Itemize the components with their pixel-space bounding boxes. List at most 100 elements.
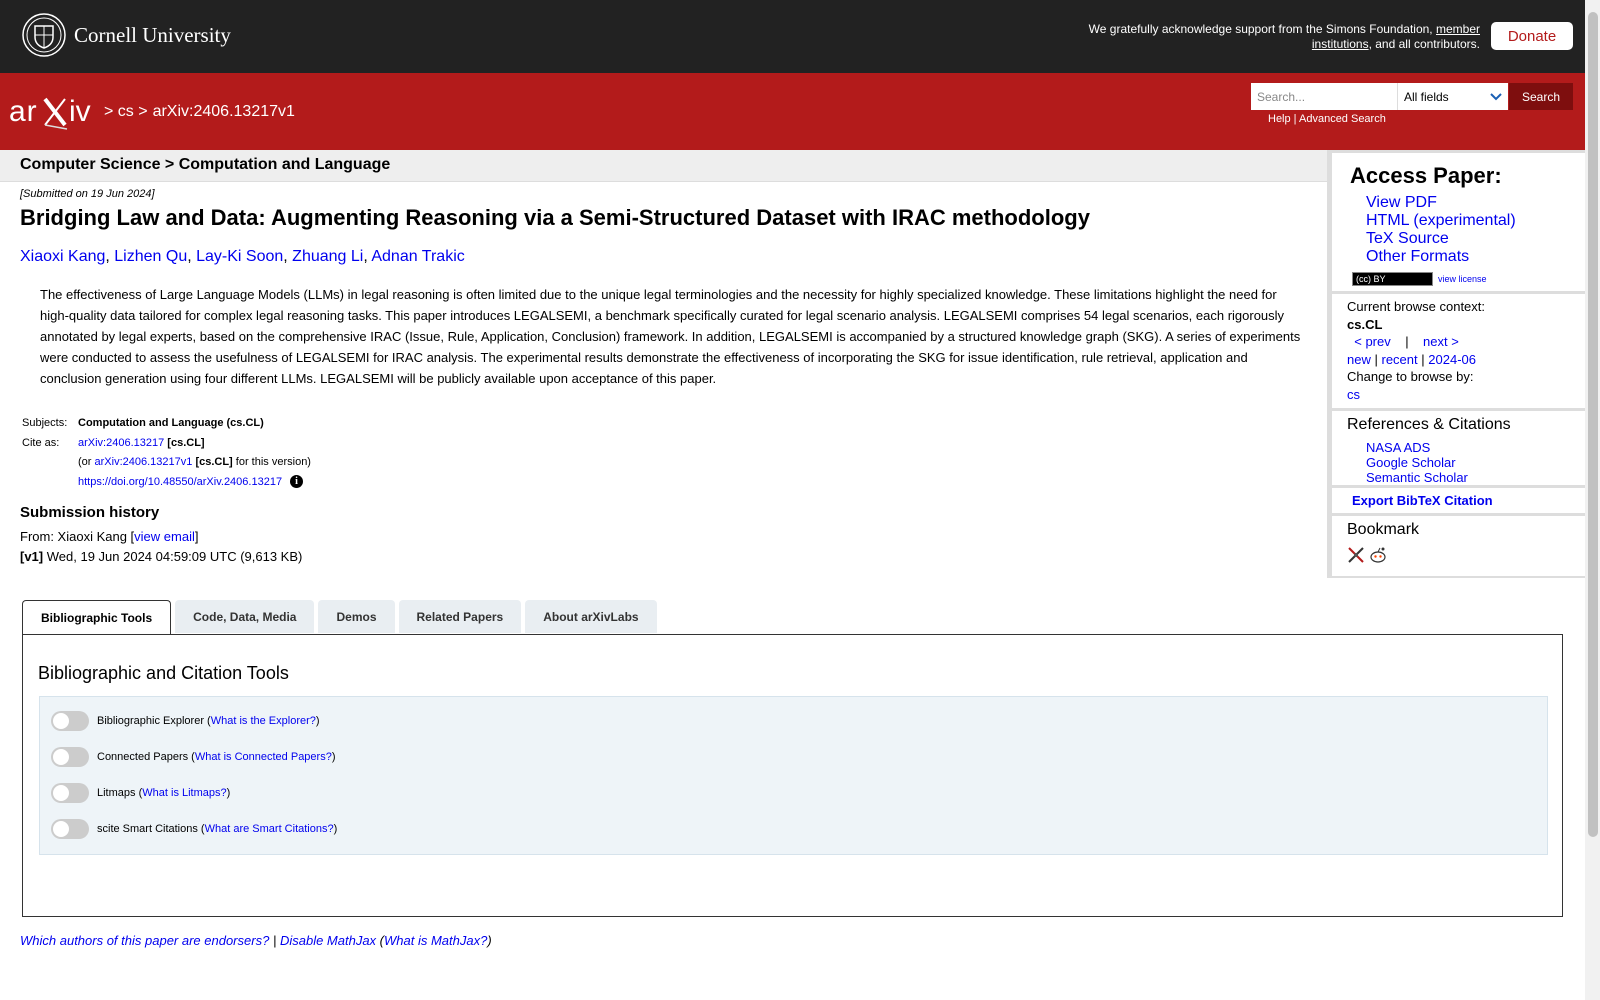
toggle-switch[interactable] xyxy=(51,783,89,803)
view-email-link[interactable]: view email xyxy=(134,529,195,544)
tool-help-link[interactable]: What are Smart Citations? xyxy=(205,823,334,835)
view-license-link[interactable]: view license xyxy=(1438,274,1487,284)
bookmark-box: Bookmark xyxy=(1332,516,1585,576)
search-field-select[interactable]: All fields xyxy=(1397,83,1508,110)
footer-links: Which authors of this paper are endorser… xyxy=(20,933,492,948)
support-text: We gratefully acknowledge support from t… xyxy=(1088,22,1480,51)
author-link[interactable]: Zhuang Li xyxy=(292,248,363,265)
tools-title: Bibliographic and Citation Tools xyxy=(38,663,289,683)
toggle-switch[interactable] xyxy=(51,711,89,731)
submission-history-title: Submission history xyxy=(20,504,160,521)
change-browse-label: Change to browse by: xyxy=(1347,369,1474,384)
paper-title: Bridging Law and Data: Augmenting Reason… xyxy=(20,205,1090,230)
next-link[interactable]: next > xyxy=(1423,334,1459,349)
view-pdf-link[interactable]: View PDF xyxy=(1366,194,1437,211)
tab-code-data-media[interactable]: Code, Data, Media xyxy=(175,600,315,633)
new-link[interactable]: new xyxy=(1347,352,1371,367)
version-id-link[interactable]: arXiv:2406.13217v1 xyxy=(95,456,193,468)
tab-about-arxivlabs[interactable]: About arXivLabs xyxy=(525,600,657,633)
arxiv-header: ar iv > cs > arXiv:2406.13217v1 Search...… xyxy=(0,73,1585,150)
tex-source-link[interactable]: TeX Source xyxy=(1366,230,1449,247)
bookmark-title: Bookmark xyxy=(1347,521,1420,538)
svg-text:ar: ar xyxy=(9,95,38,128)
browse-context-value: cs.CL xyxy=(1347,316,1383,332)
search-input[interactable]: Search... xyxy=(1251,83,1397,110)
scrollbar-thumb[interactable] xyxy=(1588,12,1598,837)
tab-related-papers[interactable]: Related Papers xyxy=(398,600,522,633)
abstract: The effectiveness of Large Language Mode… xyxy=(40,287,1301,386)
access-paper-box: Access Paper: View PDF HTML (experimenta… xyxy=(1332,153,1585,291)
reddit-icon[interactable] xyxy=(1369,546,1387,564)
toggle-switch[interactable] xyxy=(51,747,89,767)
vertical-scrollbar[interactable] xyxy=(1585,0,1600,1000)
references-box: References & Citations NASA ADS Google S… xyxy=(1332,411,1585,485)
subjects-value: Computation and Language (cs.CL) xyxy=(78,417,264,429)
submission-from: From: Xiaoxi Kang [view email] xyxy=(20,529,199,544)
doi-link[interactable]: https://doi.org/10.48550/arXiv.2406.1321… xyxy=(78,476,282,488)
bibsonomy-icon[interactable] xyxy=(1347,546,1365,564)
cite-label: Cite as: xyxy=(22,436,60,449)
other-formats-link[interactable]: Other Formats xyxy=(1366,248,1469,265)
author-link[interactable]: Lay-Ki Soon xyxy=(196,248,283,265)
author-link[interactable]: Lizhen Qu xyxy=(114,248,187,265)
subjects-label: Subjects: xyxy=(22,417,68,429)
metadata-table: Subjects: Computation and Language (cs.C… xyxy=(22,414,311,492)
tab-panel: Bibliographic and Citation Tools Bibliog… xyxy=(22,634,1563,917)
arxiv-logo[interactable]: ar iv xyxy=(9,91,101,134)
help-link[interactable]: Help xyxy=(1268,113,1291,125)
toggle-switch[interactable] xyxy=(51,819,89,839)
tools-box: Bibliographic Explorer (What is the Expl… xyxy=(39,696,1548,855)
breadcrumb-cs[interactable]: > cs > xyxy=(104,103,148,120)
references-title: References & Citations xyxy=(1347,416,1511,433)
google-scholar-link[interactable]: Google Scholar xyxy=(1366,455,1456,470)
semantic-scholar-link[interactable]: Semantic Scholar xyxy=(1366,470,1468,485)
disable-mathjax-link[interactable]: Disable MathJax xyxy=(280,933,376,948)
month-link[interactable]: 2024-06 xyxy=(1428,352,1476,367)
access-paper-title: Access Paper: xyxy=(1350,163,1502,188)
donate-button[interactable]: Donate xyxy=(1491,22,1573,50)
top-header: Cornell University We gratefully acknowl… xyxy=(0,0,1585,73)
search-button[interactable]: Search xyxy=(1509,83,1573,110)
tool-help-link[interactable]: What is Litmaps? xyxy=(142,787,226,799)
html-link[interactable]: HTML (experimental) xyxy=(1366,212,1516,229)
browse-context-box: Current browse context: cs.CL < prev | n… xyxy=(1332,294,1585,408)
browse-context-label: Current browse context: xyxy=(1347,299,1486,314)
tool-row: scite Smart Citations (What are Smart Ci… xyxy=(51,819,337,839)
breadcrumb: > cs > arXiv:2406.13217v1 xyxy=(104,103,300,121)
export-bibtex-link[interactable]: Export BibTeX Citation xyxy=(1352,493,1493,508)
cc-by-badge[interactable]: (cc) BY xyxy=(1352,272,1433,286)
submitted-date: [Submitted on 19 Jun 2024] xyxy=(20,188,155,200)
author-list: Xiaoxi Kang, Lizhen Qu, Lay-Ki Soon, Zhu… xyxy=(20,248,465,265)
tab-demos[interactable]: Demos xyxy=(318,600,395,633)
tab-bibliographic-tools[interactable]: Bibliographic Tools xyxy=(22,600,172,635)
cornell-seal-icon xyxy=(22,13,66,57)
tool-help-link[interactable]: What is Connected Papers? xyxy=(195,751,332,763)
tool-help-link[interactable]: What is the Explorer? xyxy=(211,715,316,727)
recent-link[interactable]: recent xyxy=(1382,352,1418,367)
sidebar: Access Paper: View PDF HTML (experimenta… xyxy=(1327,150,1585,578)
license: (cc) BY view license xyxy=(1352,272,1487,286)
subject-header: Computer Science > Computation and Langu… xyxy=(0,150,1327,182)
cite-id-link[interactable]: arXiv:2406.13217 xyxy=(78,437,164,449)
svg-text:iv: iv xyxy=(69,95,91,128)
cs-link[interactable]: cs xyxy=(1347,387,1360,402)
version-entry: [v1] Wed, 19 Jun 2024 04:59:09 UTC (9,61… xyxy=(20,549,303,564)
export-box: Export BibTeX Citation xyxy=(1332,488,1585,513)
cornell-logo[interactable]: Cornell University xyxy=(22,13,231,57)
arxiv-logo-icon: ar iv xyxy=(9,95,91,130)
author-link[interactable]: Adnan Trakic xyxy=(371,248,464,265)
labs-tabs: Bibliographic Tools Code, Data, Media De… xyxy=(22,600,661,635)
help-links: Help | Advanced Search xyxy=(1268,113,1386,125)
nasa-ads-link[interactable]: NASA ADS xyxy=(1366,440,1430,455)
what-is-mathjax-link[interactable]: What is MathJax? xyxy=(384,933,487,948)
advanced-search-link[interactable]: Advanced Search xyxy=(1299,113,1386,125)
info-icon[interactable]: i xyxy=(290,475,304,489)
institution-name: Cornell University xyxy=(74,22,231,47)
endorsers-link[interactable]: Which authors of this paper are endorser… xyxy=(20,933,269,948)
author-link[interactable]: Xiaoxi Kang xyxy=(20,248,105,265)
tool-row: Connected Papers (What is Connected Pape… xyxy=(51,747,336,767)
breadcrumb-paper-id: arXiv:2406.13217v1 xyxy=(152,103,295,120)
tool-row: Bibliographic Explorer (What is the Expl… xyxy=(51,711,320,731)
prev-link[interactable]: < prev xyxy=(1354,334,1391,349)
tool-row: Litmaps (What is Litmaps?) xyxy=(51,783,230,803)
